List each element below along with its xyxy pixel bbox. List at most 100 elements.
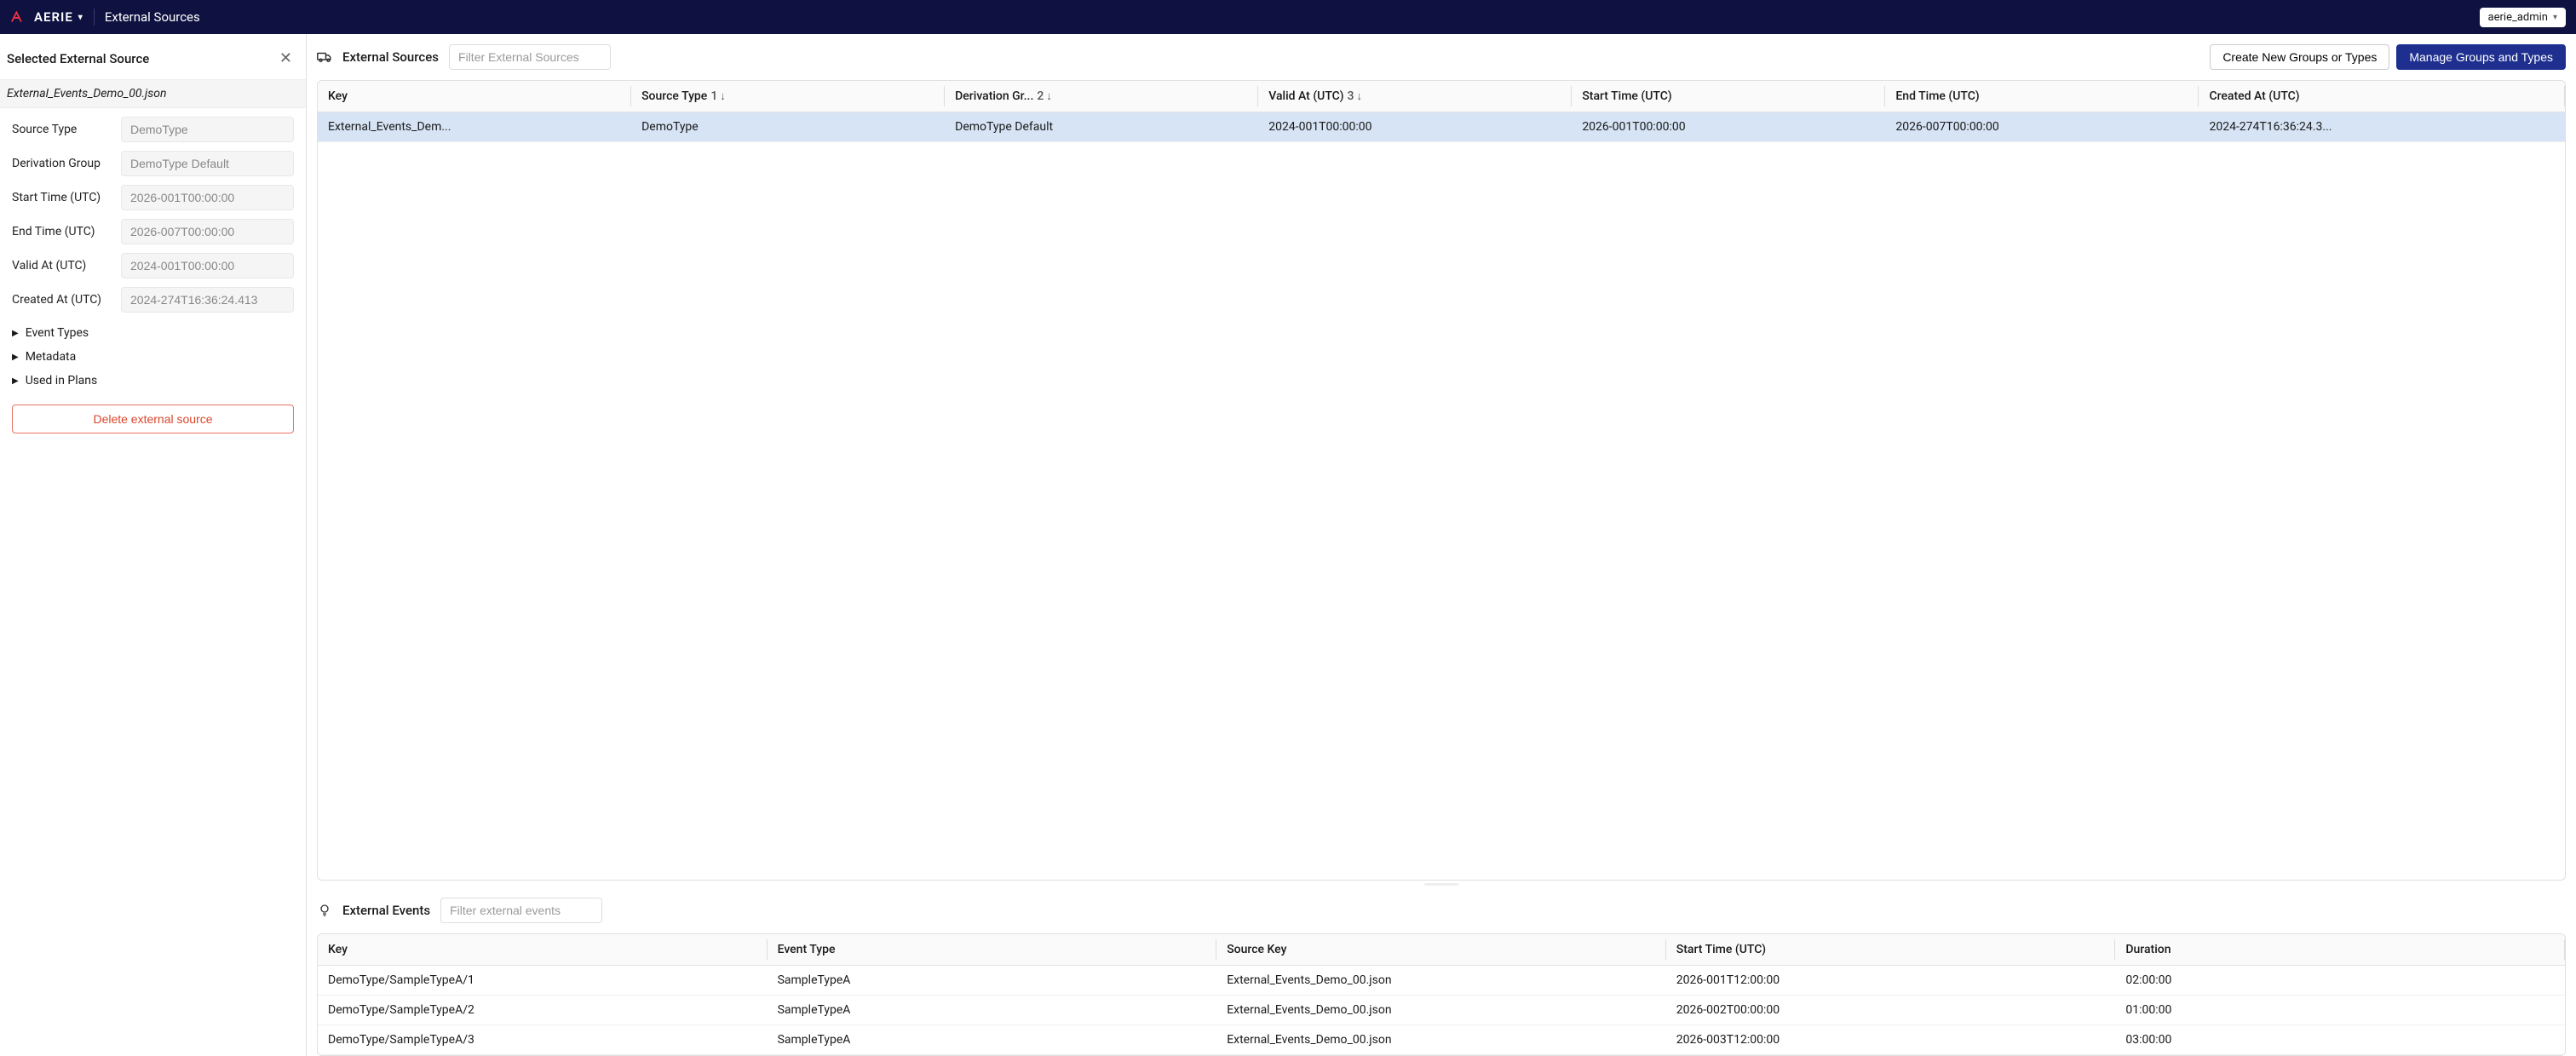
end-time-input[interactable] (121, 219, 294, 244)
cell-source_key: External_Events_Demo_00.json (1216, 996, 1666, 1025)
cell-event_type: SampleTypeA (768, 996, 1217, 1025)
delete-external-source-button[interactable]: Delete external source (12, 405, 294, 433)
col-derivation-group[interactable]: Derivation Gr...2↓ (945, 81, 1258, 112)
sources-table: Key Source Type1↓ Derivation Gr...2↓ Val… (318, 81, 2565, 142)
sources-toolbar-right: Create New Groups or Types Manage Groups… (2210, 44, 2566, 70)
col-label: Source Type (641, 89, 707, 103)
header-left: AERIE ▾ External Sources (10, 9, 200, 26)
manage-groups-types-button[interactable]: Manage Groups and Types (2396, 44, 2566, 70)
chevron-down-icon: ▾ (2553, 13, 2557, 22)
cell-event_type: SampleTypeA (768, 966, 1217, 996)
col-label: Valid At (UTC) (1268, 89, 1343, 103)
expand-used-in-plans[interactable]: ▶ Used in Plans (0, 369, 306, 393)
user-menu[interactable]: aerie_admin ▾ (2480, 8, 2566, 27)
table-row[interactable]: DemoType/SampleTypeA/1SampleTypeAExterna… (318, 966, 2565, 996)
cell-key: DemoType/SampleTypeA/1 (318, 966, 768, 996)
caret-right-icon: ▶ (12, 376, 19, 386)
col-label: End Time (UTC) (1895, 89, 1979, 103)
source-type-input[interactable] (121, 117, 294, 142)
cell-valid_at: 2024-001T00:00:00 (1258, 112, 1572, 142)
col-event-type[interactable]: Event Type (768, 934, 1217, 966)
sources-toolbar-left: External Sources (317, 44, 611, 70)
page-title: External Sources (105, 9, 200, 25)
cell-start_time: 2026-002T00:00:00 (1666, 996, 2116, 1025)
horizontal-splitter[interactable] (307, 881, 2576, 887)
filter-events-input[interactable] (440, 898, 602, 923)
field-derivation-group: Derivation Group (12, 151, 294, 176)
sort-priority: 1 (710, 89, 717, 103)
cell-source_type: DemoType (631, 112, 945, 142)
cell-start_time: 2026-001T12:00:00 (1666, 966, 2116, 996)
lightbulb-icon (317, 903, 332, 918)
expand-label: Used in Plans (26, 374, 98, 387)
field-label: Valid At (UTC) (12, 259, 114, 273)
field-label: Created At (UTC) (12, 293, 114, 307)
sort-down-icon: ↓ (1046, 90, 1052, 103)
cell-key: DemoType/SampleTypeA/2 (318, 996, 768, 1025)
sidebar-header: Selected External Source ✕ (0, 34, 306, 79)
col-source-key[interactable]: Source Key (1216, 934, 1666, 966)
field-end-time: End Time (UTC) (12, 219, 294, 244)
col-duration[interactable]: Duration (2115, 934, 2565, 966)
col-start-time[interactable]: Start Time (UTC) (1572, 81, 1885, 112)
field-valid-at: Valid At (UTC) (12, 253, 294, 278)
created-at-input[interactable] (121, 287, 294, 313)
derivation-group-input[interactable] (121, 151, 294, 176)
col-label: Start Time (UTC) (1582, 89, 1671, 103)
sort-down-icon: ↓ (1357, 90, 1363, 103)
close-button[interactable]: ✕ (276, 46, 296, 71)
expand-label: Metadata (26, 350, 77, 364)
table-row[interactable]: External_Events_Dem...DemoTypeDemoType D… (318, 112, 2565, 142)
col-key[interactable]: Key (318, 934, 768, 966)
sources-section-title: External Sources (342, 49, 439, 65)
field-created-at: Created At (UTC) (12, 287, 294, 313)
expand-metadata[interactable]: ▶ Metadata (0, 345, 306, 369)
start-time-input[interactable] (121, 185, 294, 210)
events-table-wrap: Key Event Type Source Key Start Time (UT… (317, 933, 2566, 1056)
caret-right-icon: ▶ (12, 353, 19, 362)
sort-down-icon: ↓ (720, 90, 726, 103)
field-label: Source Type (12, 123, 114, 136)
events-area: External Events Key Event Type Source Ke… (307, 887, 2576, 1056)
sources-toolbar: External Sources Create New Groups or Ty… (307, 34, 2576, 80)
logo-text: AERIE (34, 9, 73, 25)
col-start-time[interactable]: Start Time (UTC) (1666, 934, 2116, 966)
col-end-time[interactable]: End Time (UTC) (1885, 81, 2199, 112)
sidebar-title: Selected External Source (7, 51, 149, 66)
field-label: End Time (UTC) (12, 225, 114, 238)
table-row[interactable]: DemoType/SampleTypeA/2SampleTypeAExterna… (318, 996, 2565, 1025)
events-toolbar: External Events (307, 887, 2576, 933)
top-header: AERIE ▾ External Sources aerie_admin ▾ (0, 0, 2576, 34)
col-created-at[interactable]: Created At (UTC) (2199, 81, 2565, 112)
detail-fields: Source Type Derivation Group Start Time … (0, 108, 306, 321)
aerie-logo-icon (10, 10, 29, 24)
col-label: Event Type (778, 943, 836, 956)
cell-source_key: External_Events_Demo_00.json (1216, 966, 1666, 996)
logo[interactable]: AERIE ▾ (10, 9, 83, 25)
col-label: Key (328, 89, 348, 103)
close-icon: ✕ (279, 49, 292, 66)
cell-end_time: 2026-007T00:00:00 (1885, 112, 2199, 142)
col-source-type[interactable]: Source Type1↓ (631, 81, 945, 112)
cell-start_time: 2026-003T12:00:00 (1666, 1025, 2116, 1055)
col-label: Source Key (1227, 943, 1286, 956)
col-label: Duration (2125, 943, 2171, 956)
create-groups-types-button[interactable]: Create New Groups or Types (2210, 44, 2389, 70)
cell-duration: 02:00:00 (2115, 966, 2565, 996)
col-label: Derivation Gr... (955, 89, 1033, 103)
table-row[interactable]: DemoType/SampleTypeA/3SampleTypeAExterna… (318, 1025, 2565, 1055)
header-divider (94, 9, 95, 26)
cell-key: External_Events_Dem... (318, 112, 631, 142)
truck-icon (317, 49, 332, 65)
col-key[interactable]: Key (318, 81, 631, 112)
col-valid-at[interactable]: Valid At (UTC)3↓ (1258, 81, 1572, 112)
sidebar: Selected External Source ✕ External_Even… (0, 34, 307, 1056)
valid-at-input[interactable] (121, 253, 294, 278)
field-label: Start Time (UTC) (12, 191, 114, 204)
events-section-title: External Events (342, 903, 430, 918)
expand-event-types[interactable]: ▶ Event Types (0, 321, 306, 345)
sources-table-wrap: Key Source Type1↓ Derivation Gr...2↓ Val… (317, 80, 2566, 881)
field-start-time: Start Time (UTC) (12, 185, 294, 210)
cell-duration: 03:00:00 (2115, 1025, 2565, 1055)
filter-sources-input[interactable] (449, 44, 611, 70)
